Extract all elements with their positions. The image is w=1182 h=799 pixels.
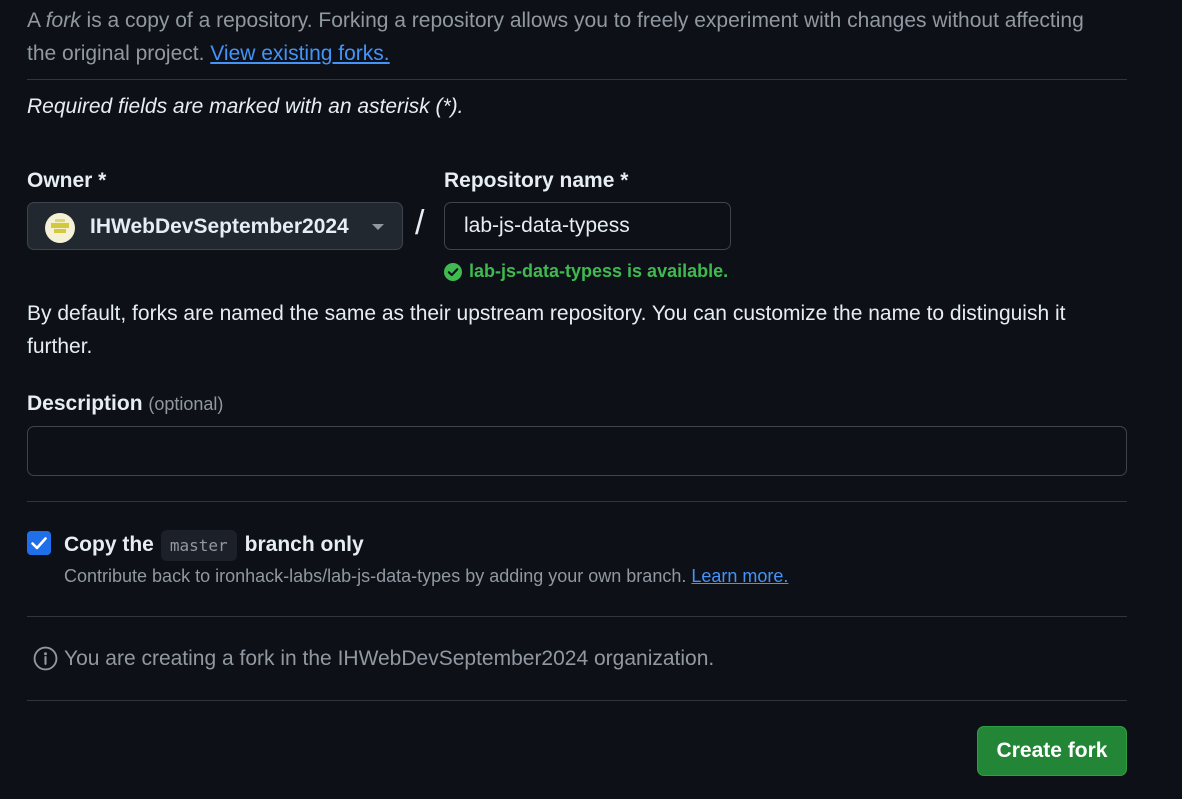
required-fields-note: Required fields are marked with an aster… [27, 95, 464, 118]
checkmark-icon [31, 537, 47, 550]
contribute-note: Contribute back to ironhack-labs/lab-js-… [64, 566, 788, 587]
description-label-text: Description [27, 392, 143, 415]
intro-body: is a copy of a repository. Forking a rep… [27, 9, 1084, 65]
intro-text: A fork is a copy of a repository. Forkin… [27, 4, 1087, 70]
branch-name-code: master [160, 529, 237, 561]
description-input[interactable] [27, 426, 1127, 476]
owner-label: Owner * [27, 169, 107, 192]
info-text: You are creating a fork in the IHWebDevS… [64, 646, 715, 670]
copy-branch-prefix: Copy the [64, 533, 154, 556]
caret-down-icon [372, 224, 384, 230]
optional-tag: (optional) [148, 394, 224, 414]
divider [27, 616, 1127, 617]
check-circle-icon [444, 262, 462, 281]
repository-name-input[interactable] [444, 202, 731, 250]
owner-avatar-icon [45, 213, 75, 243]
learn-more-link[interactable]: Learn more. [691, 566, 788, 586]
divider [27, 501, 1127, 502]
info-icon [33, 646, 58, 671]
intro-fork-word: fork [45, 9, 81, 32]
divider [27, 700, 1127, 701]
copy-branch-checkbox[interactable] [27, 531, 51, 555]
owner-repo-separator: / [415, 204, 425, 242]
divider [27, 79, 1127, 80]
naming-hint: By default, forks are named the same as … [27, 302, 1066, 358]
copy-branch-suffix: branch only [244, 533, 364, 556]
availability-message: lab-js-data-typess is available. [444, 261, 728, 282]
create-fork-button[interactable]: Create fork [977, 726, 1127, 776]
description-label: Description (optional) [27, 392, 223, 416]
contribute-text: Contribute back to ironhack-labs/lab-js-… [64, 566, 687, 586]
owner-name: IHWebDevSeptember2024 [90, 215, 349, 238]
view-existing-forks-link[interactable]: View existing forks. [210, 42, 389, 65]
owner-select[interactable]: IHWebDevSeptember2024 [27, 202, 403, 250]
info-message: You are creating a fork in the IHWebDevS… [33, 646, 714, 671]
availability-text: lab-js-data-typess is available. [469, 261, 729, 281]
intro-prefix: A [27, 9, 46, 32]
repository-name-label: Repository name * [444, 169, 629, 192]
copy-branch-label[interactable]: Copy the master branch only [64, 528, 364, 562]
